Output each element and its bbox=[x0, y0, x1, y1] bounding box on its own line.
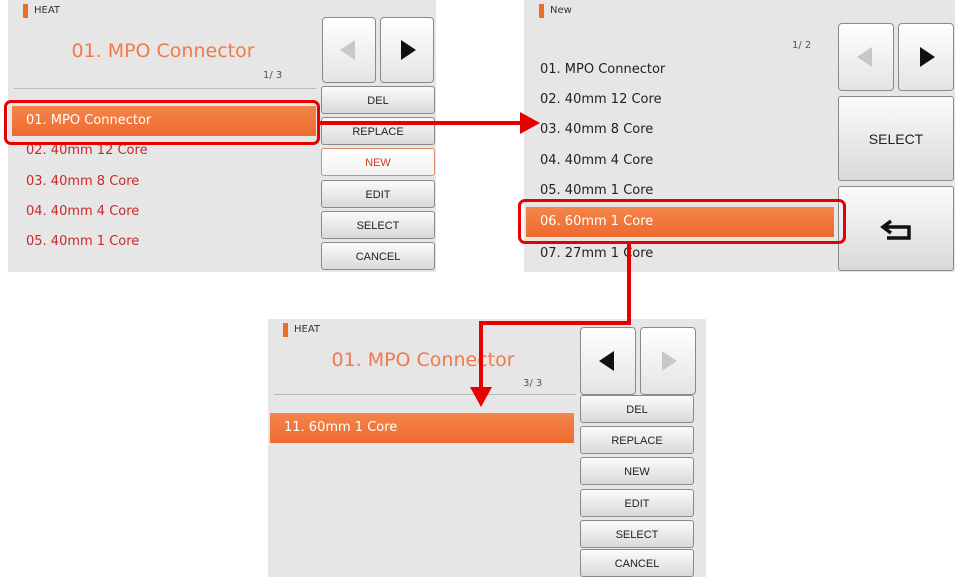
flow-arrow-shaft bbox=[320, 121, 522, 125]
next-page-button[interactable] bbox=[380, 17, 434, 83]
list-item[interactable]: 05. 40mm 1 Core bbox=[12, 227, 316, 257]
edit-button[interactable]: EDIT bbox=[580, 489, 694, 517]
flow-arrow-shaft bbox=[479, 321, 631, 325]
page-indicator: 1/ 3 bbox=[263, 70, 283, 81]
return-icon bbox=[880, 219, 911, 240]
page-title: 01. MPO Connector bbox=[71, 40, 255, 62]
list-item[interactable]: 01. MPO Connector bbox=[526, 55, 834, 85]
flow-arrow-shaft bbox=[479, 321, 483, 389]
list-item[interactable]: 04. 40mm 4 Core bbox=[526, 146, 834, 176]
next-page-icon bbox=[920, 47, 935, 67]
next-page-icon bbox=[401, 40, 416, 60]
next-page-button[interactable] bbox=[898, 23, 954, 91]
page-indicator: 3/ 3 bbox=[523, 378, 543, 389]
del-button[interactable]: DEL bbox=[321, 86, 435, 114]
cancel-button[interactable]: CANCEL bbox=[321, 242, 435, 270]
del-button[interactable]: DEL bbox=[580, 395, 694, 423]
select-button[interactable]: SELECT bbox=[580, 520, 694, 548]
highlight-box-item-01 bbox=[4, 100, 320, 145]
edit-button[interactable]: EDIT bbox=[321, 180, 435, 208]
list-item[interactable]: 03. 40mm 8 Core bbox=[12, 167, 316, 197]
back-button[interactable] bbox=[838, 186, 954, 271]
select-button[interactable]: SELECT bbox=[321, 211, 435, 239]
select-button[interactable]: SELECT bbox=[838, 96, 954, 181]
divider bbox=[14, 88, 316, 89]
list-item[interactable]: 04. 40mm 4 Core bbox=[12, 197, 316, 227]
prev-page-button[interactable] bbox=[322, 17, 376, 83]
panel-header: New bbox=[539, 4, 572, 18]
prev-page-icon bbox=[857, 47, 872, 67]
prev-page-icon bbox=[599, 351, 614, 371]
new-button[interactable]: NEW bbox=[580, 457, 694, 485]
list-item[interactable]: 02. 40mm 12 Core bbox=[526, 85, 834, 115]
list-item-selected[interactable]: 11. 60mm 1 Core bbox=[270, 413, 574, 443]
prev-page-icon bbox=[340, 40, 355, 60]
next-page-button[interactable] bbox=[640, 327, 696, 395]
cancel-button[interactable]: CANCEL bbox=[580, 549, 694, 577]
replace-button[interactable]: REPLACE bbox=[580, 426, 694, 454]
flow-arrow-shaft bbox=[627, 244, 631, 325]
next-page-icon bbox=[662, 351, 677, 371]
flow-arrowhead bbox=[520, 112, 540, 134]
new-button[interactable]: NEW bbox=[321, 148, 435, 176]
prev-page-button[interactable] bbox=[580, 327, 636, 395]
panel-header: HEAT bbox=[283, 323, 320, 337]
panel-header: HEAT bbox=[23, 4, 60, 18]
list-item[interactable]: 03. 40mm 8 Core bbox=[526, 115, 834, 145]
prev-page-button[interactable] bbox=[838, 23, 894, 91]
flow-arrowhead bbox=[470, 387, 492, 407]
divider bbox=[274, 394, 576, 395]
page-indicator: 1/ 2 bbox=[792, 40, 812, 51]
highlight-box-item-06 bbox=[518, 199, 846, 244]
page-title: 01. MPO Connector bbox=[331, 349, 515, 371]
heat-panel-page-3: HEAT 01. MPO Connector 3/ 3 11. 60mm 1 C… bbox=[268, 319, 706, 577]
